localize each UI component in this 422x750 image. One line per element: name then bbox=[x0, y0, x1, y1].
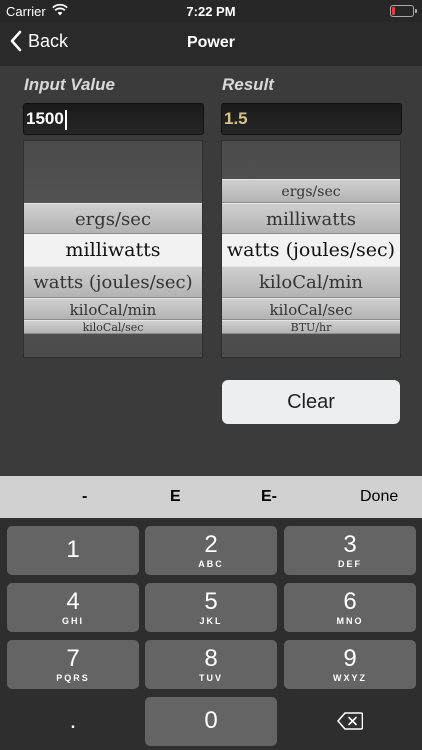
picker-item-selected[interactable]: milliwatts bbox=[24, 234, 202, 266]
backspace-icon bbox=[337, 712, 364, 730]
picker-item[interactable]: kiloCal/min bbox=[222, 266, 400, 298]
negative-exponent-key[interactable]: E- bbox=[261, 488, 277, 506]
delete-key[interactable] bbox=[284, 697, 416, 746]
key-3[interactable]: 3 DEF bbox=[284, 526, 416, 575]
battery-level-fill bbox=[392, 7, 395, 15]
minus-key[interactable]: - bbox=[82, 488, 87, 506]
result-label: Result bbox=[222, 75, 274, 94]
picker-item[interactable]: ergs/sec bbox=[222, 179, 400, 203]
app-screen: Carrier 7:22 PM Back Power Input Value R… bbox=[0, 0, 422, 750]
number-keypad: 1 2 ABC 3 DEF 4 GHI 5 JKL 6 MNO 7 PQRS 8 TUV 9W… bbox=[0, 518, 422, 750]
input-value-text: 1500 bbox=[26, 109, 64, 128]
clear-button[interactable]: Clear bbox=[222, 380, 400, 424]
picker-item-selected[interactable]: watts (joules/sec) bbox=[222, 234, 400, 266]
input-value-label: Input Value bbox=[24, 75, 115, 94]
key-1[interactable]: 1 bbox=[7, 526, 139, 575]
key-6[interactable]: 6 MNO bbox=[284, 583, 416, 632]
navigation-bar: Back Power bbox=[0, 22, 422, 66]
key-9[interactable]: 9 WXYZ bbox=[284, 640, 416, 689]
picker-item[interactable]: kiloCal/min bbox=[24, 298, 202, 320]
key-4[interactable]: 4 GHI bbox=[7, 583, 139, 632]
keyboard-accessory-bar: - E E- Done bbox=[0, 476, 422, 518]
key-7[interactable]: 7 PQRS bbox=[7, 640, 139, 689]
key-decimal[interactable]: . bbox=[7, 697, 139, 746]
page-title: Power bbox=[186, 34, 235, 51]
picker-item[interactable]: watts (joules/sec) bbox=[24, 266, 202, 298]
result-value-text: 1.5 bbox=[224, 109, 248, 128]
picker-item[interactable]: ergs/sec bbox=[24, 203, 202, 234]
picker-item[interactable]: BTU/hr bbox=[222, 320, 400, 334]
text-caret bbox=[64, 109, 67, 130]
exponent-key[interactable]: E bbox=[170, 488, 181, 506]
result-unit-picker[interactable]: ergs/sec milliwatts watts (joules/sec) k… bbox=[221, 140, 401, 358]
picker-item[interactable]: milliwatts bbox=[222, 203, 400, 234]
picker-item[interactable]: kiloCal/sec bbox=[222, 298, 400, 320]
key-8[interactable]: 8 TUV bbox=[145, 640, 277, 689]
input-value-field[interactable]: 1500 bbox=[23, 103, 204, 135]
key-0[interactable]: 0 bbox=[145, 697, 277, 746]
key-5[interactable]: 5 JKL bbox=[145, 583, 277, 632]
key-2[interactable]: 2 ABC bbox=[145, 526, 277, 575]
battery-icon bbox=[390, 5, 417, 17]
input-unit-picker[interactable]: ergs/sec milliwatts watts (joules/sec) k… bbox=[23, 140, 203, 358]
status-bar: Carrier 7:22 PM bbox=[0, 0, 422, 22]
picker-item[interactable]: kiloCal/sec bbox=[24, 320, 202, 334]
done-button[interactable]: Done bbox=[360, 488, 398, 506]
clock-label: 7:22 PM bbox=[186, 4, 236, 19]
result-field: 1.5 bbox=[221, 103, 402, 135]
